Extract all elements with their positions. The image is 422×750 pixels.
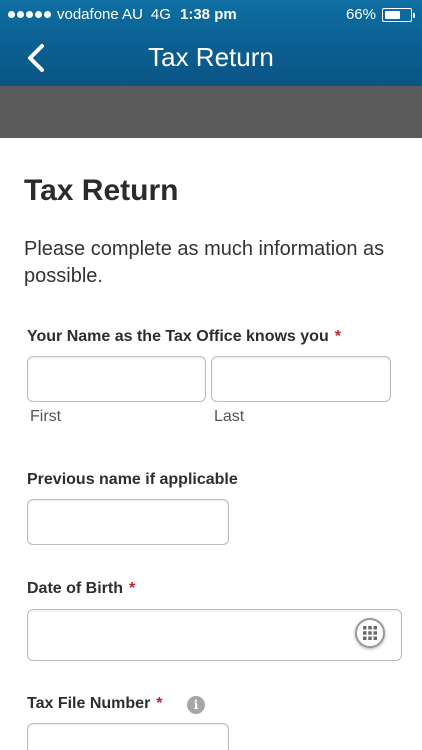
carrier-name: vodafone AU	[57, 6, 143, 23]
battery-fill	[385, 10, 400, 19]
last-name-input[interactable]	[211, 356, 391, 402]
name-label-row: Your Name as the Tax Office knows you *	[27, 328, 341, 346]
battery-percent: 66%	[345, 6, 376, 23]
nav-bar: Tax Return	[0, 30, 422, 86]
first-name-sublabel: First	[30, 408, 62, 425]
app-header: vodafone AU 4G 1:38 pm 66% Tax Return	[0, 0, 422, 86]
status-bar: vodafone AU 4G 1:38 pm 66%	[0, 0, 422, 30]
nav-title: Tax Return	[148, 42, 274, 72]
battery-icon	[382, 7, 415, 22]
tfn-label-row: Tax File Number *	[27, 695, 163, 713]
status-right: 66%	[345, 6, 415, 23]
required-marker: *	[156, 695, 163, 712]
status-time: 1:38 pm	[180, 6, 237, 23]
first-name-input[interactable]	[27, 356, 206, 402]
info-icon[interactable]: i	[187, 696, 205, 714]
tfn-label: Tax File Number	[27, 695, 151, 712]
previous-name-label: Previous name if applicable	[27, 471, 238, 488]
dob-input[interactable]	[27, 609, 402, 661]
network-type: 4G	[150, 6, 171, 23]
last-name-sublabel: Last	[214, 408, 245, 425]
name-label: Your Name as the Tax Office knows you	[27, 328, 329, 345]
header-band	[0, 86, 422, 138]
required-marker: *	[334, 328, 341, 345]
dob-label: Date of Birth	[27, 580, 123, 597]
form-content: Tax Return Please complete as much infor…	[0, 138, 422, 750]
status-left: vodafone AU 4G	[8, 6, 179, 23]
calendar-button[interactable]	[355, 618, 385, 648]
signal-strength-icon	[8, 11, 51, 18]
calendar-grid-icon	[363, 626, 377, 640]
tfn-input[interactable]	[27, 723, 229, 750]
page-title: Tax Return	[24, 174, 179, 207]
required-marker: *	[129, 580, 136, 597]
previous-name-input[interactable]	[27, 499, 229, 545]
dob-label-row: Date of Birth *	[27, 580, 135, 598]
intro-text: Please complete as much information as p…	[24, 238, 385, 287]
